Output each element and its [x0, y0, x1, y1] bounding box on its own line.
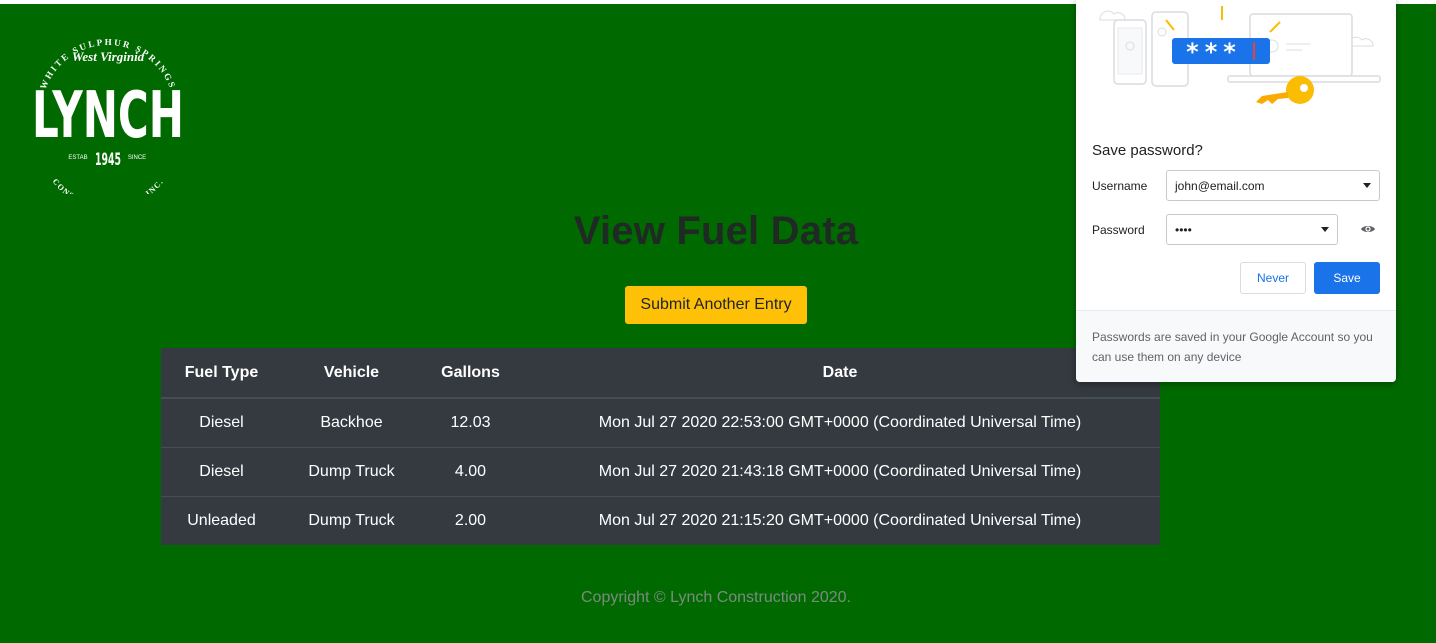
- save-button[interactable]: Save: [1314, 262, 1380, 294]
- chevron-down-icon: [1321, 227, 1329, 232]
- cell-vehicle: Dump Truck: [282, 495, 421, 545]
- cell-fuel-type: Unleaded: [161, 495, 282, 545]
- password-illustration: ***: [1099, 6, 1381, 104]
- cell-date: Mon Jul 27 2020 21:43:18 GMT+0000 (Coord…: [520, 446, 1160, 496]
- lynch-logo: WHITE SULPHUR SPRINGS West Virginia LYNC…: [32, 37, 184, 194]
- username-select[interactable]: john@email.com: [1166, 170, 1380, 201]
- logo-estab: ESTAB: [68, 155, 87, 161]
- username-value: john@email.com: [1175, 178, 1265, 193]
- cell-vehicle: Backhoe: [282, 397, 421, 447]
- popup-footer: Passwords are saved in your Google Accou…: [1076, 310, 1396, 382]
- cell-gallons: 12.03: [421, 397, 520, 447]
- header-vehicle: Vehicle: [282, 348, 421, 399]
- svg-text:CONSTRUCTION CO., INC.: CONSTRUCTION CO., INC.: [51, 177, 166, 194]
- table-header-row: Fuel Type Vehicle Gallons Date: [161, 348, 1160, 399]
- eye-icon[interactable]: [1360, 221, 1376, 237]
- table-row: Diesel Backhoe 12.03 Mon Jul 27 2020 22:…: [161, 397, 1160, 447]
- password-select[interactable]: ••••: [1166, 214, 1338, 245]
- logo-script: West Virginia: [72, 49, 145, 64]
- header-date: Date: [520, 348, 1160, 399]
- header-fuel-type: Fuel Type: [161, 348, 282, 399]
- copyright-footer: Copyright © Lynch Construction 2020.: [580, 589, 851, 606]
- popup-footer-text: Passwords are saved in your Google Accou…: [1092, 330, 1373, 364]
- header-gallons: Gallons: [421, 348, 520, 399]
- cell-vehicle: Dump Truck: [282, 446, 421, 496]
- never-button[interactable]: Never: [1240, 262, 1306, 294]
- password-label: Password: [1092, 223, 1145, 237]
- logo-name: LYNCH: [32, 79, 184, 153]
- submit-another-entry-button[interactable]: Submit Another Entry: [625, 286, 807, 324]
- table-row: Diesel Dump Truck 4.00 Mon Jul 27 2020 2…: [161, 446, 1160, 496]
- cell-gallons: 2.00: [421, 495, 520, 545]
- logo-arc-bottom: CONSTRUCTION CO., INC.: [51, 177, 164, 194]
- logo-year: 1945: [95, 150, 121, 170]
- fuel-data-table: Fuel Type Vehicle Gallons Date Diesel Ba…: [161, 348, 1160, 545]
- cell-date: Mon Jul 27 2020 21:15:20 GMT+0000 (Coord…: [520, 495, 1160, 545]
- logo-since: SINCE: [128, 155, 146, 161]
- password-value: ••••: [1175, 222, 1192, 237]
- username-label: Username: [1092, 179, 1148, 193]
- illustration-mask-text: ***: [1186, 38, 1242, 66]
- chevron-down-icon: [1363, 183, 1371, 188]
- save-password-popup: *** Save password? Username john@email.c…: [1076, 0, 1396, 382]
- save-password-title: Save password?: [1092, 142, 1203, 159]
- cell-date: Mon Jul 27 2020 22:53:00 GMT+0000 (Coord…: [520, 397, 1160, 447]
- cell-fuel-type: Diesel: [161, 397, 282, 447]
- cell-fuel-type: Diesel: [161, 446, 282, 496]
- cell-gallons: 4.00: [421, 446, 520, 496]
- table-row: Unleaded Dump Truck 2.00 Mon Jul 27 2020…: [161, 495, 1160, 545]
